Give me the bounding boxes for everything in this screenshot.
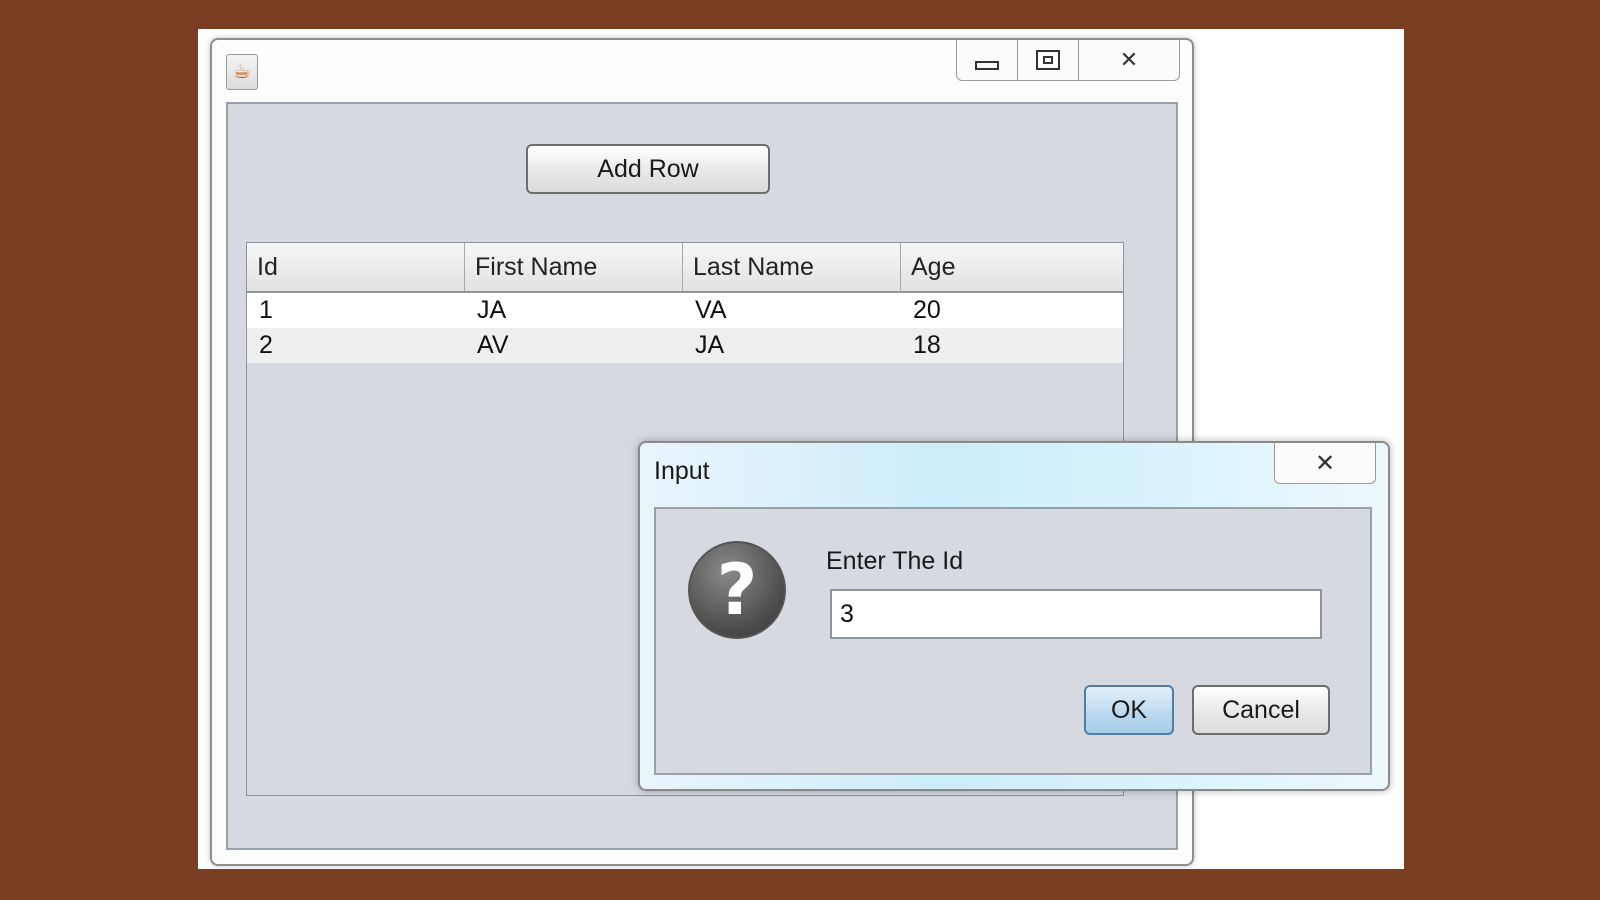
maximize-button[interactable] bbox=[1017, 40, 1078, 80]
column-header-last-name[interactable]: Last Name bbox=[683, 243, 901, 291]
input-dialog: Input ✕ ? Enter The Id OK Cancel bbox=[638, 441, 1390, 791]
close-icon: ✕ bbox=[1314, 449, 1336, 477]
window-controls: ✕ bbox=[956, 40, 1180, 81]
dialog-body: ? Enter The Id OK Cancel bbox=[654, 507, 1372, 775]
add-row-button[interactable]: Add Row bbox=[526, 144, 770, 194]
minimize-icon bbox=[975, 60, 999, 70]
prompt-label: Enter The Id bbox=[826, 547, 964, 575]
column-header-age[interactable]: Age bbox=[901, 243, 1119, 291]
cell-age[interactable]: 18 bbox=[901, 328, 1119, 363]
cell-last-name[interactable]: VA bbox=[683, 293, 901, 328]
question-icon: ? bbox=[688, 541, 786, 639]
table-row[interactable]: 2 AV JA 18 bbox=[247, 328, 1123, 363]
column-header-id[interactable]: Id bbox=[247, 243, 465, 291]
cell-first-name[interactable]: AV bbox=[465, 328, 683, 363]
cell-id[interactable]: 2 bbox=[247, 328, 465, 363]
close-button[interactable]: ✕ bbox=[1078, 40, 1179, 80]
id-input[interactable] bbox=[830, 589, 1322, 639]
minimize-button[interactable] bbox=[957, 40, 1017, 80]
cell-first-name[interactable]: JA bbox=[465, 293, 683, 328]
ok-button[interactable]: OK bbox=[1084, 685, 1174, 735]
column-header-first-name[interactable]: First Name bbox=[465, 243, 683, 291]
cell-id[interactable]: 1 bbox=[247, 293, 465, 328]
cell-last-name[interactable]: JA bbox=[683, 328, 901, 363]
cell-age[interactable]: 20 bbox=[901, 293, 1119, 328]
dialog-title: Input bbox=[654, 457, 710, 485]
cancel-button[interactable]: Cancel bbox=[1192, 685, 1330, 735]
table-header: Id First Name Last Name Age bbox=[247, 243, 1123, 293]
maximize-icon bbox=[1036, 50, 1060, 70]
dialog-close-button[interactable]: ✕ bbox=[1274, 443, 1376, 484]
java-cup-icon: ☕ bbox=[226, 54, 258, 90]
close-icon: ✕ bbox=[1119, 47, 1139, 72]
table-row[interactable]: 1 JA VA 20 bbox=[247, 293, 1123, 328]
